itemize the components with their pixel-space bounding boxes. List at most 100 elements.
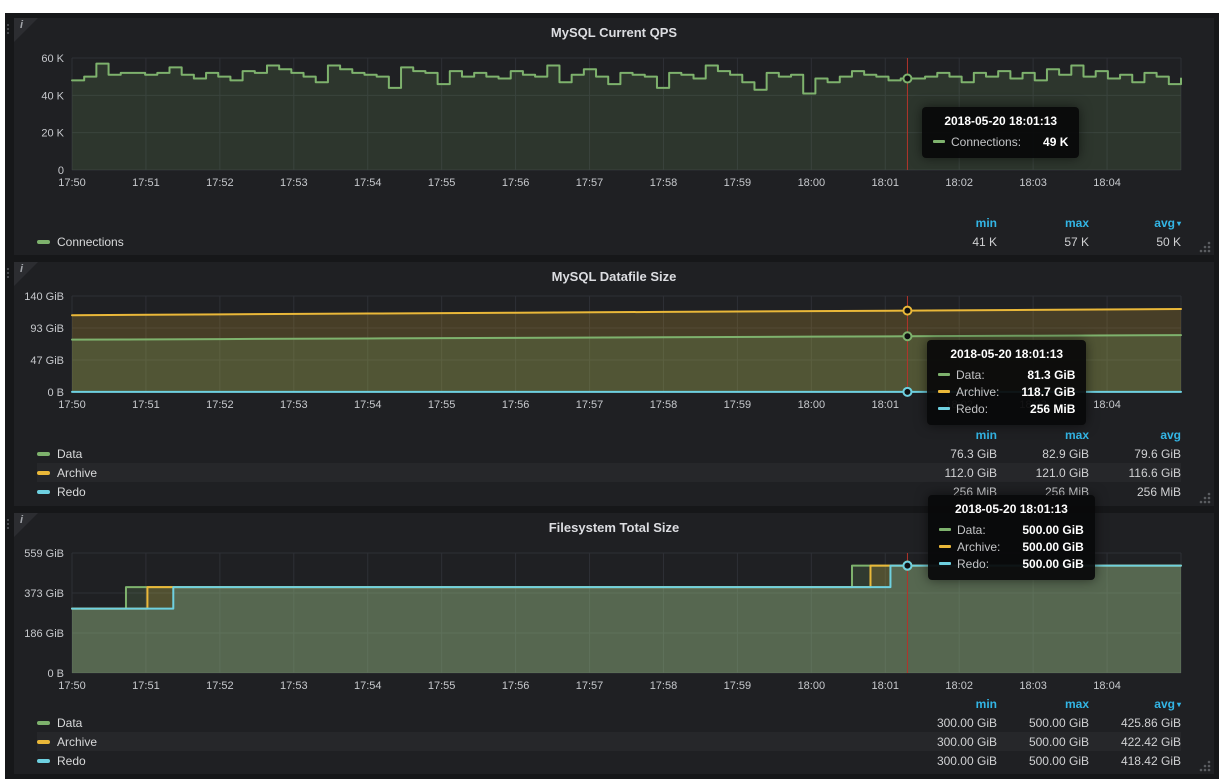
panel-title[interactable]: MySQL Current QPS bbox=[14, 25, 1214, 40]
legend-series-data[interactable]: Data bbox=[37, 447, 905, 461]
legend-stat-max: 121.0 GiB bbox=[997, 466, 1089, 480]
tooltip-series-value: 256 MiB bbox=[1010, 402, 1075, 416]
tooltip-row: Redo:500.00 GiB bbox=[939, 555, 1084, 572]
tooltip-series-label: Connections: bbox=[951, 135, 1021, 149]
tooltip-series-label: Redo: bbox=[956, 402, 988, 416]
svg-text:17:50: 17:50 bbox=[58, 177, 86, 189]
legend-stat-avg: 422.42 GiB bbox=[1089, 735, 1181, 749]
row-drag-handle[interactable] bbox=[7, 24, 9, 34]
legend-series-redo[interactable]: Redo bbox=[37, 754, 905, 768]
legend-series-archive[interactable]: Archive bbox=[37, 466, 905, 480]
legend-header-max[interactable]: max bbox=[997, 428, 1089, 442]
series-color-dash-icon bbox=[939, 545, 951, 548]
tooltip: 2018-05-20 18:01:13 Data: 500.00 GiB Archi… bbox=[928, 495, 1095, 580]
svg-text:47 GiB: 47 GiB bbox=[30, 355, 64, 367]
legend-series-data[interactable]: Data bbox=[37, 716, 905, 730]
legend-series-label: Archive bbox=[57, 735, 97, 749]
svg-text:0: 0 bbox=[58, 165, 64, 177]
resize-handle[interactable] bbox=[1199, 491, 1212, 504]
svg-text:18:03: 18:03 bbox=[1019, 680, 1047, 692]
legend-series-label: Redo bbox=[57, 754, 86, 768]
svg-text:18:04: 18:04 bbox=[1093, 399, 1121, 411]
svg-text:18:00: 18:00 bbox=[798, 680, 826, 692]
svg-text:17:53: 17:53 bbox=[280, 680, 308, 692]
svg-text:17:51: 17:51 bbox=[132, 177, 160, 189]
row-drag-handle[interactable] bbox=[7, 268, 9, 278]
tooltip-series-label: Archive: bbox=[956, 385, 999, 399]
row-drag-handle[interactable] bbox=[7, 519, 9, 529]
resize-handle[interactable] bbox=[1199, 240, 1212, 253]
legend-header-row: minmaxavg▾ bbox=[37, 213, 1181, 232]
hover-markers bbox=[903, 75, 911, 83]
svg-text:0 B: 0 B bbox=[47, 387, 64, 399]
tooltip-row: Archive: 118.7 GiB bbox=[938, 383, 1075, 400]
svg-text:140 GiB: 140 GiB bbox=[24, 291, 64, 303]
svg-text:17:53: 17:53 bbox=[280, 399, 308, 411]
legend-header-min[interactable]: min bbox=[905, 216, 997, 230]
legend-header-avg[interactable]: avg▾ bbox=[1089, 697, 1181, 711]
legend-series-redo[interactable]: Redo bbox=[37, 485, 905, 499]
svg-text:17:52: 17:52 bbox=[206, 680, 234, 692]
svg-text:17:59: 17:59 bbox=[724, 399, 752, 411]
tooltip-series-value: 500.00 GiB bbox=[1022, 540, 1083, 554]
tooltip-series-label: Redo: bbox=[957, 557, 989, 571]
series-color-dash-icon bbox=[37, 240, 50, 244]
svg-text:18:01: 18:01 bbox=[872, 177, 900, 189]
svg-text:186 GiB: 186 GiB bbox=[24, 628, 64, 640]
tooltip-timestamp: 2018-05-20 18:01:13 bbox=[939, 502, 1084, 516]
svg-text:17:56: 17:56 bbox=[502, 680, 530, 692]
legend-stat-avg: 425.86 GiB bbox=[1089, 716, 1181, 730]
svg-text:18:01: 18:01 bbox=[872, 680, 900, 692]
svg-text:17:50: 17:50 bbox=[58, 680, 86, 692]
svg-text:17:58: 17:58 bbox=[650, 680, 678, 692]
tooltip-timestamp: 2018-05-20 18:01:13 bbox=[933, 114, 1068, 128]
tooltip-rows: Data:81.3 GiBArchive:118.7 GiBRedo:256 M… bbox=[938, 366, 1075, 417]
series-color-dash-icon bbox=[938, 407, 950, 410]
legend-series-archive[interactable]: Archive bbox=[37, 735, 905, 749]
svg-text:17:51: 17:51 bbox=[132, 399, 160, 411]
legend-series-connections[interactable]: Connections bbox=[37, 235, 905, 249]
svg-text:18:02: 18:02 bbox=[945, 680, 973, 692]
svg-text:17:52: 17:52 bbox=[206, 177, 234, 189]
tooltip-series-label: Data: bbox=[956, 368, 985, 382]
svg-text:20 K: 20 K bbox=[41, 128, 64, 140]
legend-header-row: minmaxavg▾ bbox=[37, 694, 1181, 713]
panel-title[interactable]: MySQL Datafile Size bbox=[14, 269, 1214, 284]
legend-stat-avg: 256 MiB bbox=[1089, 485, 1181, 499]
svg-text:17:56: 17:56 bbox=[502, 177, 530, 189]
svg-text:18:02: 18:02 bbox=[945, 177, 973, 189]
legend-header-min[interactable]: min bbox=[905, 697, 997, 711]
tooltip-series-label: Data: bbox=[957, 523, 986, 537]
legend-header-max[interactable]: max bbox=[997, 216, 1089, 230]
legend-series-label: Data bbox=[57, 716, 82, 730]
svg-text:0 B: 0 B bbox=[47, 668, 64, 680]
svg-text:17:54: 17:54 bbox=[354, 399, 382, 411]
legend-stat-min: 300.00 GiB bbox=[905, 754, 997, 768]
tooltip-series-value: 500.00 GiB bbox=[1008, 523, 1084, 537]
tooltip-series-label: Archive: bbox=[957, 540, 1000, 554]
svg-text:18:01: 18:01 bbox=[872, 399, 900, 411]
legend-header-avg[interactable]: avg▾ bbox=[1089, 216, 1181, 230]
legend-header-row: minmaxavg bbox=[37, 425, 1181, 444]
legend-series-label: Connections bbox=[57, 235, 124, 249]
legend-stat-max: 500.00 GiB bbox=[997, 735, 1089, 749]
series-color-dash-icon bbox=[37, 452, 50, 456]
tooltip-timestamp: 2018-05-20 18:01:13 bbox=[938, 347, 1075, 361]
legend-stat-min: 112.0 GiB bbox=[905, 466, 997, 480]
legend-row-data: Data76.3 GiB82.9 GiB79.6 GiB bbox=[37, 444, 1181, 463]
resize-handle[interactable] bbox=[1199, 759, 1212, 772]
svg-text:17:53: 17:53 bbox=[280, 177, 308, 189]
legend-header-max[interactable]: max bbox=[997, 697, 1089, 711]
tooltip-rows: Data:500.00 GiBArchive:500.00 GiBRedo:50… bbox=[939, 521, 1084, 572]
series-color-dash-icon bbox=[938, 390, 950, 393]
svg-text:18:04: 18:04 bbox=[1093, 177, 1121, 189]
legend-header-avg[interactable]: avg bbox=[1089, 428, 1181, 442]
sort-caret-icon: ▾ bbox=[1177, 219, 1181, 228]
legend-stat-avg: 418.42 GiB bbox=[1089, 754, 1181, 768]
series-color-dash-icon bbox=[938, 373, 950, 376]
legend-header-min[interactable]: min bbox=[905, 428, 997, 442]
tooltip-series-value: 118.7 GiB bbox=[1021, 385, 1075, 399]
tooltip-series-value: 49 K bbox=[1043, 135, 1068, 149]
svg-text:18:03: 18:03 bbox=[1019, 177, 1047, 189]
svg-text:60 K: 60 K bbox=[41, 53, 64, 65]
